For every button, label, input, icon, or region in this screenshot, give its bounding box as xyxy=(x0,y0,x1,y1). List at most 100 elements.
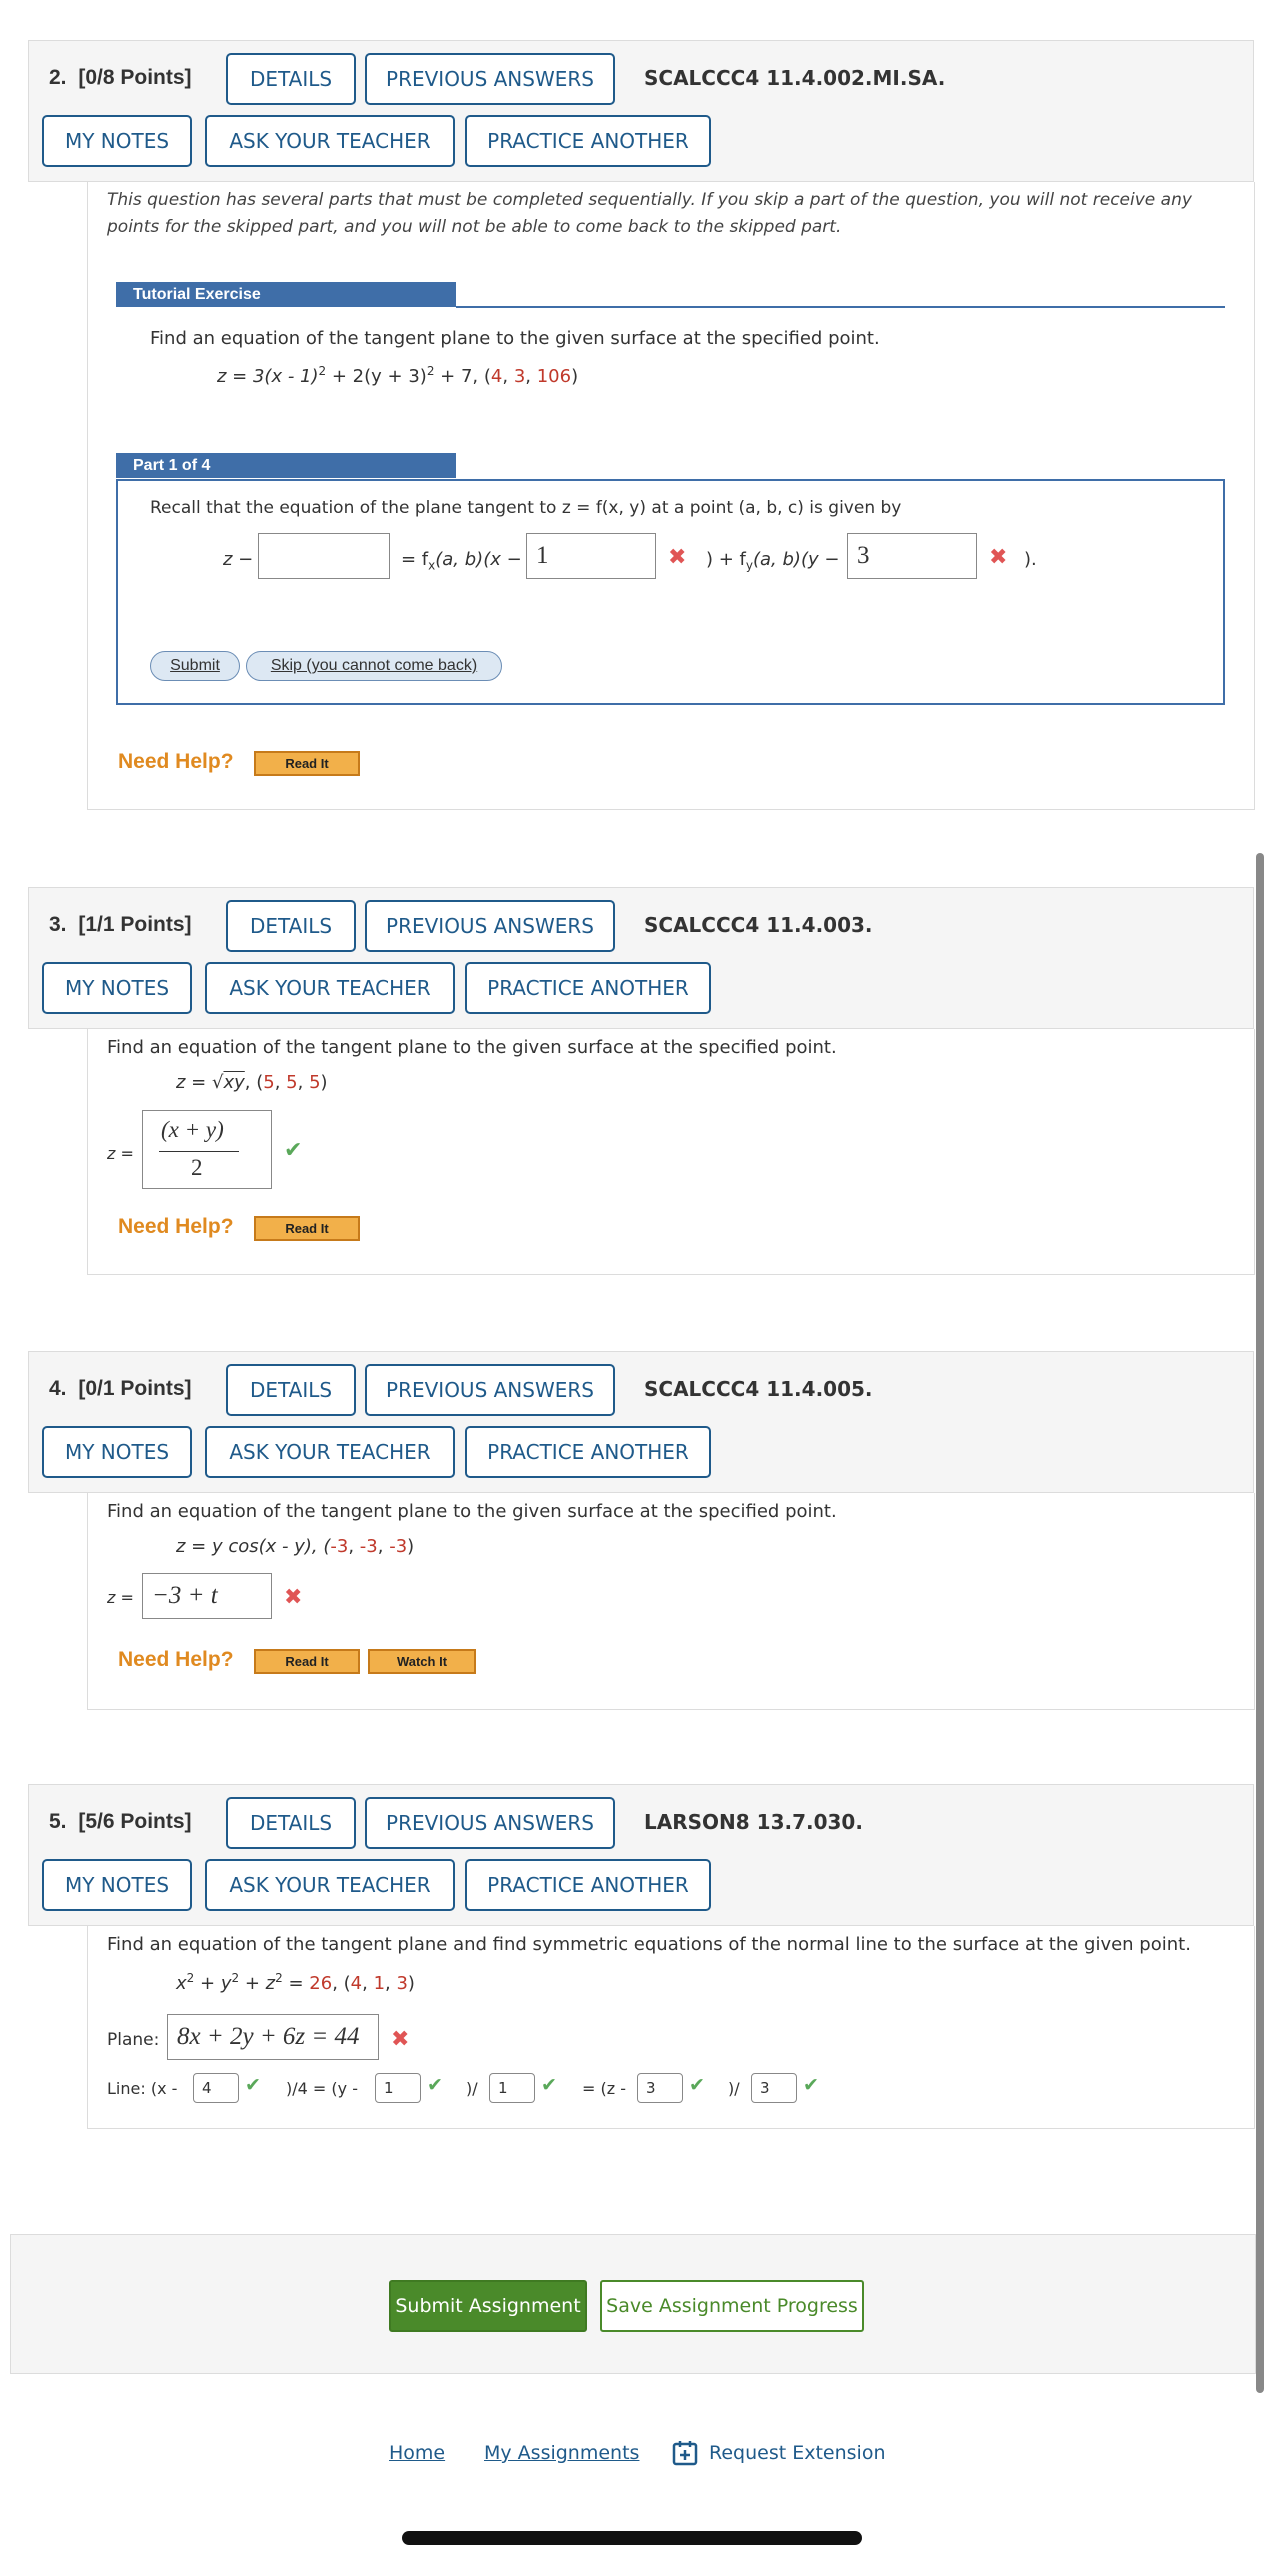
need-help-label: Need Help? xyxy=(118,1648,234,1671)
surface-equation: z = y cos(x - y), (-3, -3, -3) xyxy=(176,1536,415,1557)
rhs-value: 26 xyxy=(309,1973,333,1994)
point-coordinate: 3 xyxy=(513,366,526,387)
point-coordinate: 3 xyxy=(396,1973,408,1994)
practice-another-button[interactable]: PRACTICE ANOTHER xyxy=(465,962,711,1014)
points-label: [1/1 Points] xyxy=(78,913,192,936)
my-notes-button[interactable]: MY NOTES xyxy=(42,962,192,1014)
watch-it-button[interactable]: Watch It xyxy=(368,1649,476,1674)
fraction-bar xyxy=(159,1151,239,1152)
details-button[interactable]: DETAILS xyxy=(226,900,356,952)
question-5-header: 5. [5/6 Points] DETAILS PREVIOUS ANSWERS… xyxy=(28,1784,1254,1926)
question-prompt: Find an equation of the tangent plane an… xyxy=(107,1934,1191,1955)
question-prompt: Find an equation of the tangent plane to… xyxy=(107,1037,837,1058)
point-coordinate: 4 xyxy=(350,1973,363,1994)
surface-equation: z = 3(x - 1)2 + 2(y + 3)2 + 7, (4, 3, 10… xyxy=(217,364,579,387)
line-x-input[interactable]: 4 xyxy=(193,2073,239,2103)
calendar-plus-icon[interactable] xyxy=(672,2440,698,2466)
answer-box[interactable]: (x + y) 2 xyxy=(142,1110,272,1189)
ask-your-teacher-button[interactable]: ASK YOUR TEACHER xyxy=(205,962,455,1014)
sequential-note-line: This question has several parts that mus… xyxy=(107,190,1192,210)
point-coordinate: -3 xyxy=(359,1536,378,1557)
question-4-header: 4. [0/1 Points] DETAILS PREVIOUS ANSWERS… xyxy=(28,1351,1254,1493)
ask-your-teacher-button[interactable]: ASK YOUR TEACHER xyxy=(205,1426,455,1478)
previous-answers-button[interactable]: PREVIOUS ANSWERS xyxy=(365,53,615,105)
correct-icon: ✔ xyxy=(245,2074,261,2096)
question-number: 3. [1/1 Points] xyxy=(49,913,192,936)
details-button[interactable]: DETAILS xyxy=(226,1364,356,1416)
question-number: 2. [0/8 Points] xyxy=(49,66,192,89)
question-prompt: Find an equation of the tangent plane to… xyxy=(107,1501,837,1522)
answer-numerator: (x + y) xyxy=(161,1117,224,1142)
question-number: 4. [0/1 Points] xyxy=(49,1377,192,1400)
z-label: z = xyxy=(107,1144,134,1163)
practice-another-button[interactable]: PRACTICE ANOTHER xyxy=(465,115,711,167)
points-label: [0/8 Points] xyxy=(78,66,192,89)
incorrect-icon: ✖ xyxy=(284,1585,303,1610)
line-label: Line: (x - xyxy=(107,2079,178,2098)
point-coordinate: 1 xyxy=(373,1973,386,1994)
answer-input[interactable]: −3 + t xyxy=(142,1573,272,1619)
incorrect-icon: ✖ xyxy=(668,545,687,570)
skip-part-button[interactable]: Skip (you cannot come back) xyxy=(246,651,502,681)
read-it-button[interactable]: Read It xyxy=(254,751,360,776)
question-code: SCALCCC4 11.4.002.MI.SA. xyxy=(644,66,946,90)
question-code: LARSON8 13.7.030. xyxy=(644,1810,863,1834)
submit-assignment-button[interactable]: Submit Assignment xyxy=(389,2280,587,2332)
line-z-denominator-input[interactable]: 3 xyxy=(751,2073,797,2103)
line-y-denominator-input[interactable]: 1 xyxy=(489,2073,535,2103)
correct-icon: ✔ xyxy=(284,1138,303,1163)
request-extension-link[interactable]: Request Extension xyxy=(709,2442,886,2464)
my-assignments-link[interactable]: My Assignments xyxy=(484,2442,639,2464)
previous-answers-button[interactable]: PREVIOUS ANSWERS xyxy=(365,1797,615,1849)
plane-label: Plane: xyxy=(107,2030,160,2050)
z-minus-label: z − xyxy=(223,549,254,570)
points-label: [0/1 Points] xyxy=(78,1377,192,1400)
question-2-header: 2. [0/8 Points] DETAILS PREVIOUS ANSWERS… xyxy=(28,40,1254,182)
incorrect-icon: ✖ xyxy=(989,545,1008,570)
point-coordinate: -3 xyxy=(330,1536,349,1557)
correct-icon: ✔ xyxy=(427,2074,443,2096)
plane-input[interactable]: 8x + 2y + 6z = 44 xyxy=(167,2014,379,2060)
fy-term: ) + fy(a, b)(y − xyxy=(706,549,840,573)
details-button[interactable]: DETAILS xyxy=(226,53,356,105)
part-progress-bar: Part 1 of 4 xyxy=(116,453,456,478)
home-indicator[interactable] xyxy=(402,2531,862,2545)
ask-your-teacher-button[interactable]: ASK YOUR TEACHER xyxy=(205,1859,455,1911)
correct-icon: ✔ xyxy=(541,2074,557,2096)
line-y-input[interactable]: 1 xyxy=(375,2073,421,2103)
line-text: = (z - xyxy=(582,2079,626,2098)
home-link[interactable]: Home xyxy=(389,2442,445,2464)
previous-answers-button[interactable]: PREVIOUS ANSWERS xyxy=(365,900,615,952)
save-progress-button[interactable]: Save Assignment Progress xyxy=(600,2280,864,2332)
practice-another-button[interactable]: PRACTICE ANOTHER xyxy=(465,1426,711,1478)
my-notes-button[interactable]: MY NOTES xyxy=(42,1859,192,1911)
read-it-button[interactable]: Read It xyxy=(254,1216,360,1241)
incorrect-icon: ✖ xyxy=(391,2027,410,2052)
fx-term: = fx(a, b)(x − xyxy=(401,549,522,573)
question-code: SCALCCC4 11.4.003. xyxy=(644,913,873,937)
my-notes-button[interactable]: MY NOTES xyxy=(42,115,192,167)
scrollbar[interactable] xyxy=(1256,853,1264,2393)
z-label: z = xyxy=(107,1588,134,1607)
a-value-input[interactable]: 1 xyxy=(526,533,656,579)
tutorial-exercise-bar: Tutorial Exercise xyxy=(116,282,456,307)
recall-text: Recall that the equation of the plane ta… xyxy=(150,498,902,518)
read-it-button[interactable]: Read It xyxy=(254,1649,360,1674)
tutorial-divider xyxy=(456,306,1225,308)
b-value-input[interactable]: 3 xyxy=(847,533,977,579)
line-text: )/4 = (y - xyxy=(286,2079,358,2098)
point-coordinate: 106 xyxy=(536,366,572,387)
point-coordinate: 5 xyxy=(263,1072,275,1093)
submit-part-button[interactable]: Submit xyxy=(150,651,240,681)
sequential-note-line: points for the skipped part, and you wil… xyxy=(107,217,842,237)
my-notes-button[interactable]: MY NOTES xyxy=(42,1426,192,1478)
question-3-header: 3. [1/1 Points] DETAILS PREVIOUS ANSWERS… xyxy=(28,887,1254,1029)
practice-another-button[interactable]: PRACTICE ANOTHER xyxy=(465,1859,711,1911)
details-button[interactable]: DETAILS xyxy=(226,1797,356,1849)
ask-your-teacher-button[interactable]: ASK YOUR TEACHER xyxy=(205,115,455,167)
c-value-input[interactable] xyxy=(258,533,390,579)
previous-answers-button[interactable]: PREVIOUS ANSWERS xyxy=(365,1364,615,1416)
point-coordinate: 5 xyxy=(309,1072,321,1093)
line-z-input[interactable]: 3 xyxy=(637,2073,683,2103)
point-coordinate: 5 xyxy=(286,1072,298,1093)
